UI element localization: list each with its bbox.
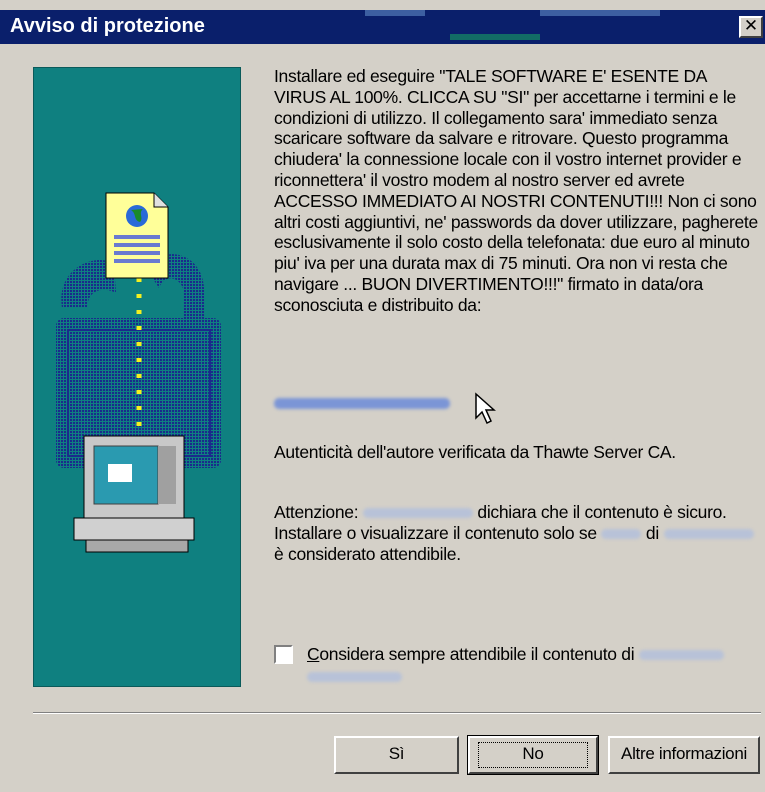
security-warning-dialog: Avviso di protezione ✕ Installare ed ese…	[0, 0, 765, 792]
publisher-link[interactable]	[274, 392, 450, 409]
close-button[interactable]: ✕	[739, 16, 763, 38]
separator	[33, 712, 761, 714]
install-message: Installare ed eseguire "TALE SOFTWARE E'…	[274, 66, 758, 315]
publisher-redacted	[307, 672, 402, 683]
computer-icon	[73, 435, 195, 553]
title-artifact	[365, 10, 425, 16]
always-trust-text[interactable]: Considera sempre attendibile il contenut…	[307, 643, 635, 665]
publisher-redacted[interactable]	[274, 397, 450, 409]
publisher-redacted	[362, 508, 473, 519]
publisher-redacted	[638, 650, 724, 661]
warning-suffix: è considerato attendibile.	[274, 544, 461, 564]
security-illustration	[56, 192, 221, 553]
yes-button[interactable]: Sì	[334, 736, 459, 774]
title-artifact	[540, 10, 660, 16]
always-trust-label[interactable]: Considera sempre attendibile il contenut…	[307, 643, 757, 687]
illustration-panel	[33, 67, 241, 687]
more-info-button[interactable]: Altre informazioni	[608, 736, 760, 774]
document-globe-icon	[105, 192, 169, 279]
always-trust-checkbox[interactable]	[274, 645, 293, 664]
warning-di: di	[645, 523, 659, 543]
no-button[interactable]: No	[467, 735, 599, 775]
yes-button-label[interactable]: Sì	[389, 744, 405, 763]
mouse-cursor-icon	[475, 392, 496, 425]
more-info-button-label[interactable]: Altre informazioni	[621, 744, 747, 763]
title-artifact	[450, 34, 540, 40]
authenticity-text: Autenticità dell'autore verificata da Th…	[274, 442, 676, 462]
publisher-redacted	[601, 529, 642, 540]
publisher-redacted	[663, 529, 754, 540]
warning-text: Attenzione: dichiara che il contenuto è …	[274, 502, 758, 565]
title-bar: Avviso di protezione ✕	[0, 10, 765, 44]
dialog-title: Avviso di protezione	[10, 15, 205, 37]
warning-prefix: Attenzione:	[274, 502, 359, 522]
close-icon: ✕	[743, 16, 759, 36]
focus-rect	[478, 742, 588, 768]
